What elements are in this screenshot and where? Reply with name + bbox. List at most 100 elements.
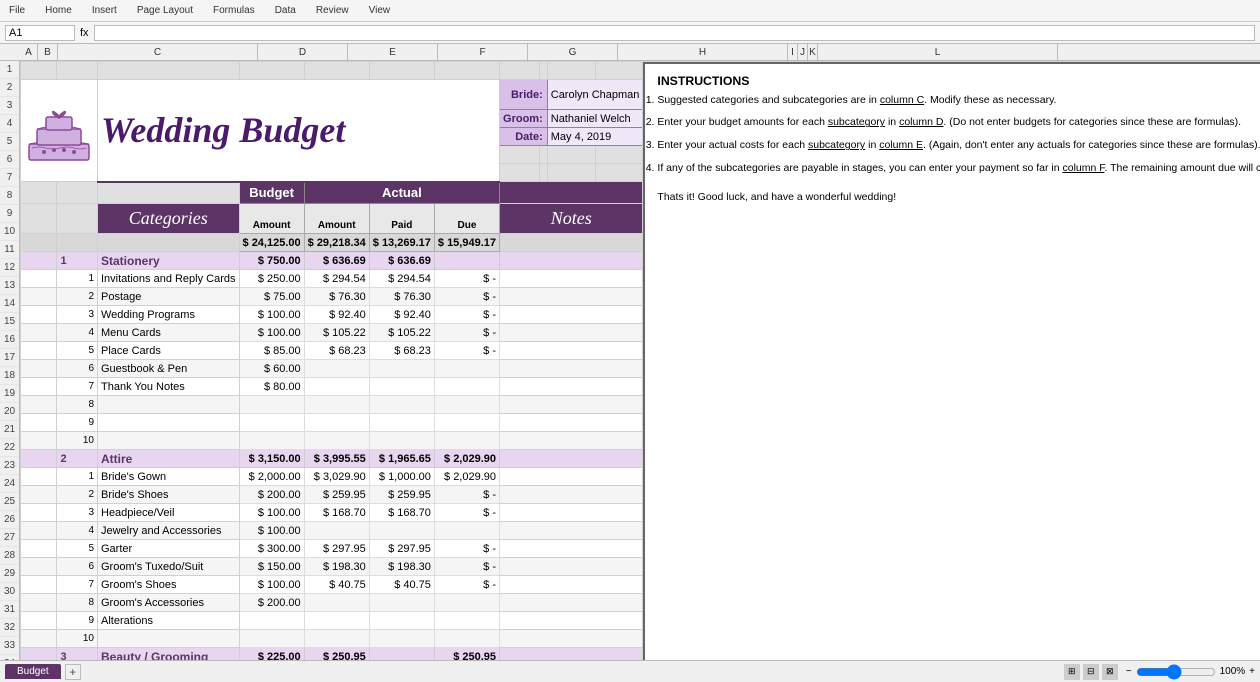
- row-17: 17: [0, 349, 19, 367]
- row-8: 8: [0, 187, 19, 205]
- categories-header: Categories: [98, 204, 240, 234]
- date-label: Date:: [500, 128, 548, 146]
- attire-label: Attire: [98, 450, 240, 468]
- name-box[interactable]: [5, 25, 75, 41]
- col-c-header: C: [58, 44, 258, 60]
- col-f-header: F: [438, 44, 528, 60]
- sub-notes-26: [500, 540, 643, 558]
- ribbon-review[interactable]: Review: [312, 3, 353, 18]
- sub-num-14: 4: [57, 324, 98, 342]
- ribbon-formulas[interactable]: Formulas: [209, 3, 259, 18]
- sub-num-20: 10: [57, 432, 98, 450]
- sub-due-17: [434, 378, 499, 396]
- sub-label-16: Guestbook & Pen: [98, 360, 240, 378]
- zoom-slider[interactable]: [1136, 664, 1216, 680]
- groom-value: Nathaniel Welch: [547, 110, 643, 128]
- cell-a15: [21, 342, 57, 360]
- cell-h5: [500, 146, 540, 164]
- cell-a23: [21, 486, 57, 504]
- cell-a18: [21, 396, 57, 414]
- budget-tab[interactable]: Budget: [5, 664, 61, 679]
- sub-budget-27: $ 150.00: [239, 558, 304, 576]
- row-27: 27: [0, 529, 19, 547]
- stationery-label: Stationery: [98, 252, 240, 270]
- sub-paid-20: [369, 432, 434, 450]
- normal-view-icon[interactable]: ⊞: [1064, 664, 1080, 680]
- stationery-actual: $ 636.69: [304, 252, 369, 270]
- cell-a1: [21, 62, 57, 80]
- actual-header: Actual: [304, 182, 499, 204]
- add-sheet-button[interactable]: +: [65, 664, 81, 680]
- instructions-cell: INSTRUCTIONS Suggested categories and su…: [643, 62, 1260, 661]
- row-24: 24: [0, 475, 19, 493]
- sub-num-18: 8: [57, 396, 98, 414]
- row-4: 4: [0, 115, 19, 133]
- sub-label-25: Jewelry and Accessories: [98, 522, 240, 540]
- col-d-header: D: [258, 44, 348, 60]
- bottom-bar: Budget + ⊞ ⊟ ⊠ − 100% +: [0, 660, 1260, 682]
- instruction-1: Suggested categories and subcategories a…: [657, 92, 1260, 109]
- ribbon-data[interactable]: Data: [271, 3, 300, 18]
- cell-a16: [21, 360, 57, 378]
- sub-paid-28: $ 40.75: [369, 576, 434, 594]
- amount-header-actual: Amount: [304, 204, 369, 234]
- sub-num-29: 8: [57, 594, 98, 612]
- cell-i1: [540, 62, 548, 80]
- sub-actual-16: [304, 360, 369, 378]
- cell-g1: [434, 62, 499, 80]
- ribbon-file[interactable]: File: [5, 3, 29, 18]
- cell-a9: [21, 234, 57, 252]
- beauty-actual: $ 250.95: [304, 648, 369, 661]
- row-7: 7: [0, 169, 19, 187]
- sub-num-24: 3: [57, 504, 98, 522]
- attire-paid: $ 1,965.65: [369, 450, 434, 468]
- sub-actual-20: [304, 432, 369, 450]
- sub-budget-12: $ 75.00: [239, 288, 304, 306]
- cell-j6: [547, 164, 595, 182]
- sub-notes-30: [500, 612, 643, 630]
- sub-num-17: 7: [57, 378, 98, 396]
- sub-label-18: [98, 396, 240, 414]
- row-18: 18: [0, 367, 19, 385]
- sub-label-20: [98, 432, 240, 450]
- sub-num-27: 6: [57, 558, 98, 576]
- row-30: 30: [0, 583, 19, 601]
- attire-num: 2: [57, 450, 98, 468]
- layout-view-icon[interactable]: ⊟: [1083, 664, 1099, 680]
- total-due: $ 15,949.17: [434, 234, 499, 252]
- row-33: 33: [0, 637, 19, 655]
- budget-header: Budget: [239, 182, 304, 204]
- row-6: 6: [0, 151, 19, 169]
- instructions-title: INSTRUCTIONS: [657, 72, 1260, 92]
- sub-notes-14: [500, 324, 643, 342]
- zoom-in-button[interactable]: +: [1249, 666, 1255, 677]
- cell-e1: [304, 62, 369, 80]
- ribbon-view[interactable]: View: [365, 3, 395, 18]
- ribbon-home[interactable]: Home: [41, 3, 76, 18]
- date-value: May 4, 2019: [547, 128, 643, 146]
- sub-due-11: $ -: [434, 270, 499, 288]
- row-15: 15: [0, 313, 19, 331]
- beauty-notes: [500, 648, 643, 661]
- cell-b7: [57, 182, 98, 204]
- paid-header: Paid: [369, 204, 434, 234]
- sub-budget-16: $ 60.00: [239, 360, 304, 378]
- cell-a14: [21, 324, 57, 342]
- ribbon-insert[interactable]: Insert: [88, 3, 121, 18]
- sub-paid-16: [369, 360, 434, 378]
- zoom-out-button[interactable]: −: [1126, 666, 1132, 677]
- sub-budget-11: $ 250.00: [239, 270, 304, 288]
- sub-paid-26: $ 297.95: [369, 540, 434, 558]
- page-break-icon[interactable]: ⊠: [1102, 664, 1118, 680]
- ribbon-pagelayout[interactable]: Page Layout: [133, 3, 197, 18]
- sub-budget-24: $ 100.00: [239, 504, 304, 522]
- cell-a10: [21, 252, 57, 270]
- row-9: 9: [0, 205, 19, 223]
- instructions-closing: Thats it! Good luck, and have a wonderfu…: [657, 189, 1260, 206]
- sub-actual-25: [304, 522, 369, 540]
- sub-due-23: $ -: [434, 486, 499, 504]
- formula-input[interactable]: [94, 25, 1255, 41]
- sub-due-14: $ -: [434, 324, 499, 342]
- fx-label: fx: [80, 27, 89, 39]
- sub-due-20: [434, 432, 499, 450]
